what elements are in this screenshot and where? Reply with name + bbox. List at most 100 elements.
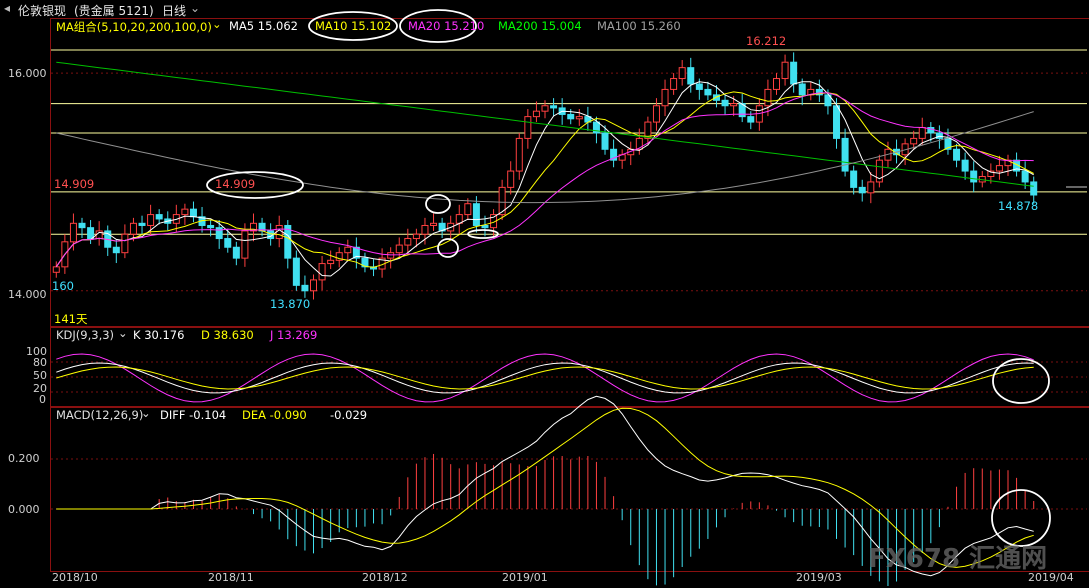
candle-body (798, 83, 806, 96)
candle-body (687, 67, 695, 85)
candle-body (241, 230, 249, 259)
candle-body (532, 110, 540, 118)
candle-body (215, 227, 223, 240)
low-price-label: 13.870 (270, 297, 311, 311)
candle-body (155, 214, 163, 220)
candle-body (421, 224, 429, 235)
candle-body (147, 214, 155, 226)
ma200-line (56, 61, 1034, 187)
candle-body (970, 170, 978, 183)
mid-level-label: 14.909 (215, 177, 256, 191)
macd-diff-value: DIFF -0.104 (160, 408, 227, 422)
candle-body (790, 61, 798, 85)
candle-body (781, 61, 789, 80)
candle-body (301, 284, 309, 292)
left-160-label: 160 (52, 279, 74, 293)
ma20-value: MA20 15.210 (408, 19, 485, 33)
candle-body (284, 224, 292, 259)
candle-body (833, 105, 841, 139)
chart-canvas (51, 9, 1087, 587)
candle-body (207, 224, 215, 229)
candle-body (918, 127, 926, 139)
y-tick-14: 14.000 (8, 288, 47, 301)
y-tick-16: 16.000 (8, 67, 47, 80)
ma200-value: MA200 15.004 (498, 19, 582, 33)
candle-body (995, 165, 1003, 172)
candle-body (670, 78, 678, 90)
candle-body (772, 78, 780, 90)
candle-body (395, 244, 403, 254)
candle-body (721, 99, 729, 107)
candle-body (87, 227, 95, 240)
candle-body (78, 222, 86, 229)
macd-label[interactable]: MACD(12,26,9) (56, 408, 143, 422)
candle-body (515, 137, 523, 172)
candle-body (69, 222, 77, 243)
kdj-tick-80: 80 (33, 356, 47, 369)
ma5-value: MA5 15.062 (229, 19, 298, 33)
candle-body (764, 88, 772, 107)
candle-body (858, 186, 866, 194)
candle-body (387, 252, 395, 259)
candle-body (189, 208, 197, 218)
candle-body (292, 257, 300, 286)
candle-body (575, 116, 583, 120)
candle-body (129, 222, 137, 235)
ma100-value: MA100 15.260 (597, 19, 681, 33)
candle-body (567, 113, 575, 120)
candle-body (961, 159, 969, 172)
kdj-j-line (56, 353, 1034, 403)
kdj-chevron-icon[interactable]: ⌄ (118, 326, 128, 340)
candle-body (507, 170, 515, 188)
macd-tick-0: 0.000 (8, 503, 40, 516)
watermark: FX678 汇通网 (868, 544, 1048, 574)
candle-body (121, 233, 129, 254)
candle-body (730, 103, 738, 107)
candle-body (1021, 170, 1029, 183)
candle-body (1030, 181, 1038, 196)
candle-body (181, 208, 189, 216)
candle-body (344, 246, 352, 254)
kdj-j-value: J 13.269 (270, 328, 318, 342)
ma-combo-chevron-icon[interactable]: ⌄ (212, 17, 222, 31)
candle-body (232, 246, 240, 259)
macd-chevron-icon[interactable]: ⌄ (141, 406, 151, 420)
candle-body (481, 224, 489, 229)
candle-body (704, 88, 712, 96)
date-2018-10: 2018/10 (52, 571, 98, 584)
candle-body (112, 246, 120, 254)
candle-body (310, 279, 318, 292)
annotation-circle (425, 194, 451, 214)
macd-hist-value: -0.029 (330, 408, 368, 422)
candle-body (52, 266, 60, 273)
candle-body (541, 105, 549, 112)
date-2018-12: 2018/12 (362, 571, 408, 584)
candle-body (652, 105, 660, 123)
candle-body (327, 259, 335, 265)
candle-body (953, 148, 961, 161)
macd-dea-value: DEA -0.090 (242, 408, 307, 422)
kdj-tick-50: 50 (33, 369, 47, 382)
ma10-value: MA10 15.102 (315, 19, 392, 33)
days-label: 141天 (54, 312, 88, 326)
ma-combo-label[interactable]: MA组合(5,10,20,200,100,0) (56, 19, 212, 35)
candle-body (601, 132, 609, 150)
candle-body (224, 238, 232, 248)
candle-body (747, 116, 755, 123)
candle-body (850, 170, 858, 188)
kdj-label[interactable]: KDJ(9,3,3) (56, 328, 114, 342)
candle-body (867, 181, 875, 194)
candle-body (138, 222, 146, 226)
kdj-d-line (56, 366, 1034, 390)
candle-body (524, 116, 532, 139)
candle-body (935, 132, 943, 139)
candle-body (464, 203, 472, 216)
candle-body (841, 137, 849, 172)
candle-body (472, 203, 480, 226)
candle-body (404, 238, 412, 246)
ma20-line (55, 92, 1034, 268)
candle-body (678, 67, 686, 80)
candle-body (910, 137, 918, 145)
candle-body (695, 83, 703, 90)
candle-body (550, 105, 558, 109)
